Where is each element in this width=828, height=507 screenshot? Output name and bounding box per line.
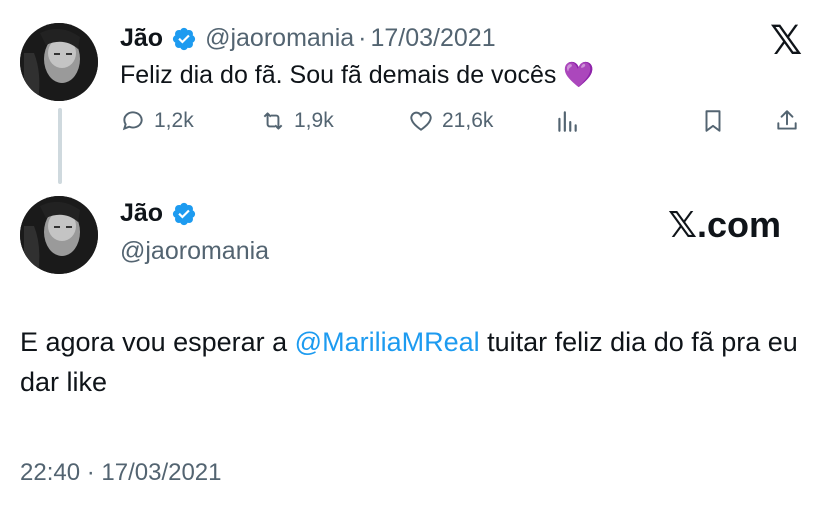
author-name[interactable]: Jão <box>120 199 163 228</box>
avatar-photo <box>20 196 98 274</box>
tweet-text-before: E agora vou esperar a <box>20 327 295 357</box>
reply-icon <box>122 111 143 131</box>
retweet-count: 1,9k <box>294 109 334 132</box>
like-icon <box>410 111 432 131</box>
tweet2-text: E agora vou esperar a @MariliaMReal tuit… <box>20 322 810 402</box>
reply-count: 1,2k <box>154 109 194 132</box>
tweet-text: Feliz dia do fã. Sou fã demais de vocês <box>120 61 557 89</box>
x-com-brand: 𝕏.com <box>668 204 782 245</box>
tweet1-actions: 1,2k 1,9k 21,6k <box>120 108 810 140</box>
bookmark-button[interactable] <box>700 108 726 134</box>
avatar[interactable] <box>20 196 98 274</box>
author-name[interactable]: Jão <box>120 24 163 53</box>
tweet2-header: Jão <box>120 199 197 228</box>
purple-heart-emoji: 💜 <box>563 61 595 89</box>
retweet-icon <box>263 112 283 130</box>
reply-button[interactable]: 1,2k <box>120 108 194 134</box>
verified-badge-icon <box>172 27 196 50</box>
share-button[interactable] <box>774 108 800 134</box>
tweet1-header: Jão @jaoromania · 17/03/2021 <box>120 24 496 53</box>
x-logo-icon[interactable]: 𝕏 <box>770 18 802 64</box>
retweet-button[interactable]: 1,9k <box>260 108 334 134</box>
author-handle[interactable]: @jaoromania <box>205 24 354 53</box>
like-count: 21,6k <box>442 109 494 132</box>
avatar[interactable] <box>20 23 98 101</box>
bookmark-icon <box>705 110 721 132</box>
views-icon <box>558 111 577 132</box>
share-icon <box>777 110 797 130</box>
like-button[interactable]: 21,6k <box>408 108 493 134</box>
views-button[interactable] <box>554 108 580 134</box>
mention-link[interactable]: @MariliaMReal <box>295 327 480 357</box>
thread-line <box>58 108 62 184</box>
author-handle[interactable]: @jaoromania <box>120 237 269 266</box>
separator-dot: · <box>358 24 367 52</box>
tweet-timestamp[interactable]: 22:40 · 17/03/2021 <box>20 459 222 487</box>
avatar-photo <box>20 23 98 101</box>
tweet1-text: Feliz dia do fã. Sou fã demais de vocês … <box>120 61 594 90</box>
tweet-date[interactable]: 17/03/2021 <box>370 24 495 53</box>
verified-badge-icon <box>172 202 196 225</box>
